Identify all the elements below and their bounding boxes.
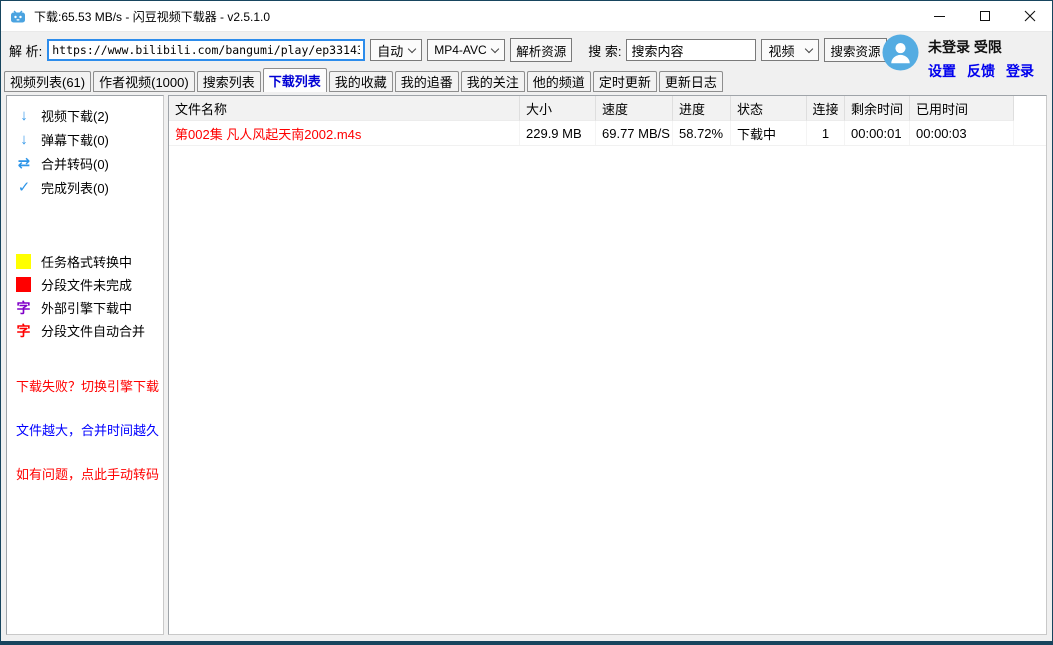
sidebar-item-danmaku-download[interactable]: ↓ 弹幕下载(0) <box>7 127 163 151</box>
search-resource-button[interactable]: 搜索资源 <box>824 38 886 62</box>
yellow-square-icon <box>16 254 31 269</box>
tab-changelog[interactable]: 更新日志 <box>659 71 723 92</box>
format-select[interactable]: MP4-AVC <box>427 39 505 61</box>
tab-download-list[interactable]: 下载列表 <box>263 68 327 92</box>
minimize-icon <box>934 16 945 17</box>
maximize-button[interactable] <box>962 1 1007 31</box>
format-select-value: MP4-AVC <box>434 43 486 57</box>
tab-his-channel[interactable]: 他的频道 <box>527 71 591 92</box>
avatar[interactable] <box>882 34 919 71</box>
sidebar-notes: 下载失败？切换引擎下载 文件越大，合并时间越久 如有问题，点此手动转码 <box>7 376 163 483</box>
table-row[interactable]: 第002集 凡人风起天南2002.m4s 229.9 MB 69.77 MB/S… <box>169 121 1046 146</box>
account-area: 未登录 受限 设置 反馈 登录 <box>882 34 1034 81</box>
window-controls <box>917 1 1052 31</box>
mode-select[interactable]: 自动 <box>370 39 422 61</box>
maximize-icon <box>980 11 990 21</box>
legend-item-auto-merge: 字 分段文件自动合并 <box>7 319 163 342</box>
sidebar-item-label: 弹幕下载(0) <box>41 130 109 149</box>
sidebar: ↓ 视频下载(2) ↓ 弹幕下载(0) ⇄ 合并转码(0) ✓ 完成列表(0) … <box>6 95 164 635</box>
sidebar-item-label: 完成列表(0) <box>41 178 109 197</box>
note-merge-time: 文件越大，合并时间越久 <box>7 420 163 439</box>
purple-char-icon: 字 <box>16 298 31 318</box>
login-link[interactable]: 登录 <box>1006 61 1034 81</box>
close-button[interactable] <box>1007 1 1052 31</box>
red-square-icon <box>16 277 31 292</box>
cell-filename: 第002集 凡人风起天南2002.m4s <box>169 121 520 145</box>
url-input[interactable] <box>47 39 365 61</box>
mode-select-value: 自动 <box>377 41 403 60</box>
column-header-connections[interactable]: 连接 <box>807 96 845 121</box>
app-icon <box>10 8 26 24</box>
column-header-filename[interactable]: 文件名称 <box>169 96 520 121</box>
app-window: 下载:65.53 MB/s - 闪豆视频下载器 - v2.5.1.0 解 析: … <box>0 0 1053 645</box>
note-switch-engine[interactable]: 下载失败？切换引擎下载 <box>7 376 163 395</box>
tab-my-follows[interactable]: 我的关注 <box>461 71 525 92</box>
chevron-down-icon <box>491 44 499 52</box>
search-type-select[interactable]: 视频 <box>761 39 819 61</box>
status-legend: 任务格式转换中 分段文件未完成 字 外部引擎下载中 字 分段文件自动合并 <box>7 250 163 342</box>
table-header: 文件名称 大小 速度 进度 状态 连接 剩余时间 已用时间 <box>169 96 1046 121</box>
tab-scheduled-update[interactable]: 定时更新 <box>593 71 657 92</box>
tab-search-list[interactable]: 搜索列表 <box>197 71 261 92</box>
column-header-progress[interactable]: 进度 <box>673 96 731 121</box>
tab-author-videos[interactable]: 作者视频(1000) <box>93 71 195 92</box>
settings-link[interactable]: 设置 <box>928 61 956 81</box>
column-header-elapsed-time[interactable]: 已用时间 <box>910 96 1014 121</box>
window-title: 下载:65.53 MB/s - 闪豆视频下载器 - v2.5.1.0 <box>34 8 270 25</box>
cell-status: 下载中 <box>731 121 807 145</box>
search-input[interactable] <box>626 39 756 61</box>
column-header-speed[interactable]: 速度 <box>596 96 673 121</box>
sidebar-item-label: 视频下载(2) <box>41 106 109 125</box>
main-area: ↓ 视频下载(2) ↓ 弹幕下载(0) ⇄ 合并转码(0) ✓ 完成列表(0) … <box>1 92 1052 641</box>
login-status: 未登录 受限 <box>928 37 1034 57</box>
feedback-link[interactable]: 反馈 <box>967 61 995 81</box>
chevron-down-icon <box>408 44 416 52</box>
title-bar: 下载:65.53 MB/s - 闪豆视频下载器 - v2.5.1.0 <box>1 1 1052 32</box>
cell-speed: 69.77 MB/S <box>596 121 673 145</box>
close-icon <box>1024 10 1036 22</box>
sidebar-item-completed-list[interactable]: ✓ 完成列表(0) <box>7 175 163 199</box>
cell-progress: 58.72% <box>673 121 731 145</box>
parse-resource-button[interactable]: 解析资源 <box>510 38 572 62</box>
chrome-area: 解 析: 自动 MP4-AVC 解析资源 搜 索: 视频 搜索资源 视频列表(6… <box>1 32 1052 92</box>
search-label: 搜 索: <box>588 41 621 60</box>
cell-connections: 1 <box>807 121 845 145</box>
tab-my-favorites[interactable]: 我的收藏 <box>329 71 393 92</box>
legend-item-external-engine: 字 外部引擎下载中 <box>7 296 163 319</box>
legend-item-segment-incomplete: 分段文件未完成 <box>7 273 163 296</box>
sidebar-item-label: 合并转码(0) <box>41 154 109 173</box>
cell-size: 229.9 MB <box>520 121 596 145</box>
download-table: 文件名称 大小 速度 进度 状态 连接 剩余时间 已用时间 第002集 凡人风起… <box>168 95 1047 635</box>
tab-video-list[interactable]: 视频列表(61) <box>4 71 91 92</box>
cell-elapsed-time: 00:00:03 <box>910 121 1014 145</box>
column-header-size[interactable]: 大小 <box>520 96 596 121</box>
account-links: 设置 反馈 登录 <box>928 61 1034 81</box>
sidebar-item-merge-transcode[interactable]: ⇄ 合并转码(0) <box>7 151 163 175</box>
minimize-button[interactable] <box>917 1 962 31</box>
note-manual-transcode[interactable]: 如有问题，点此手动转码 <box>7 464 163 483</box>
tab-my-bangumi[interactable]: 我的追番 <box>395 71 459 92</box>
sidebar-item-video-download[interactable]: ↓ 视频下载(2) <box>7 103 163 127</box>
down-arrow-icon: ↓ <box>16 132 32 147</box>
check-icon: ✓ <box>16 180 32 195</box>
search-type-value: 视频 <box>768 41 794 60</box>
column-header-status[interactable]: 状态 <box>731 96 807 121</box>
column-header-remaining-time[interactable]: 剩余时间 <box>845 96 910 121</box>
merge-arrows-icon: ⇄ <box>16 156 32 171</box>
red-char-icon: 字 <box>16 321 31 341</box>
cell-remaining-time: 00:00:01 <box>845 121 910 145</box>
down-arrow-icon: ↓ <box>16 108 32 123</box>
chevron-down-icon <box>805 44 813 52</box>
parse-label: 解 析: <box>9 41 42 60</box>
legend-item-converting: 任务格式转换中 <box>7 250 163 273</box>
